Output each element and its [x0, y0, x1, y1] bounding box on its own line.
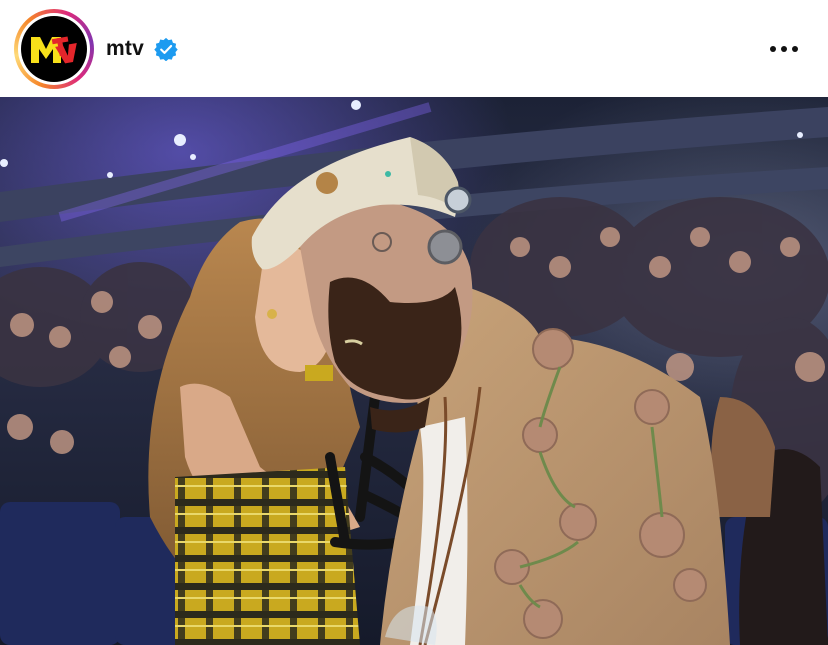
- username[interactable]: mtv: [106, 37, 144, 61]
- avatar[interactable]: [21, 15, 87, 82]
- story-ring[interactable]: [14, 8, 94, 89]
- more-options-icon: [770, 45, 776, 52]
- post-photo[interactable]: [0, 97, 828, 645]
- account-info: mtv: [106, 37, 178, 61]
- post-header: mtv: [0, 0, 828, 97]
- instagram-post: mtv: [0, 0, 828, 645]
- more-options-button[interactable]: [768, 34, 800, 64]
- post-photo-image: [0, 97, 828, 645]
- verified-badge-icon: [154, 37, 178, 61]
- mtv-logo-icon: [31, 36, 77, 63]
